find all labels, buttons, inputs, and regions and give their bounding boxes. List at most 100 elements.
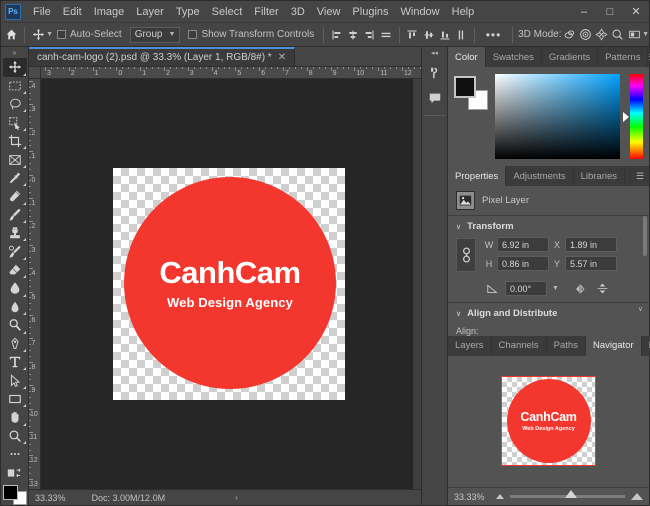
menu-3d[interactable]: 3D <box>285 3 311 21</box>
color-panel-swatches[interactable] <box>454 76 488 110</box>
tab-libraries[interactable]: Libraries <box>574 166 625 186</box>
menu-image[interactable]: Image <box>88 3 131 21</box>
tool-frame[interactable] <box>3 150 27 168</box>
distribute-vertical-icon[interactable] <box>453 26 469 44</box>
menu-layer[interactable]: Layer <box>130 3 170 21</box>
tool-eraser[interactable] <box>3 261 27 279</box>
navigator-preview[interactable]: CanhCam Web Design Agency <box>448 356 649 488</box>
tool-path-selection[interactable] <box>3 371 27 389</box>
menu-filter[interactable]: Filter <box>248 3 284 21</box>
show-transform-controls-checkbox[interactable]: Show Transform Controls <box>184 29 318 40</box>
home-icon[interactable] <box>3 26 19 44</box>
zoom-out-icon[interactable] <box>496 494 504 499</box>
align-expand-caret-icon[interactable]: ∨ <box>638 305 643 313</box>
align-left-edges-icon[interactable] <box>329 26 345 44</box>
tool-lasso[interactable] <box>3 95 27 113</box>
navigator-zoom-slider-thumb[interactable] <box>565 490 577 498</box>
menu-select[interactable]: Select <box>206 3 249 21</box>
tool-history-brush[interactable] <box>3 242 27 260</box>
menu-edit[interactable]: Edit <box>57 3 88 21</box>
menu-file[interactable]: File <box>27 3 57 21</box>
tool-crop[interactable] <box>3 132 27 150</box>
canvas-viewport[interactable]: CanhCam Web Design Agency <box>41 79 421 489</box>
tool-move[interactable] <box>3 58 27 76</box>
navigator-thumbnail[interactable]: CanhCam Web Design Agency <box>501 376 596 466</box>
chevron-down-icon[interactable]: ▼ <box>552 285 559 292</box>
move-tool-icon[interactable] <box>30 26 46 44</box>
menu-view[interactable]: View <box>311 3 347 21</box>
tab-patterns[interactable]: Patterns <box>598 47 648 67</box>
tool-zoom[interactable] <box>3 427 27 445</box>
tab-swatches[interactable]: Swatches <box>486 47 542 67</box>
3d-zoom-icon[interactable] <box>610 26 626 44</box>
tab-properties[interactable]: Properties <box>448 166 506 186</box>
angle-input[interactable]: 0.00° <box>505 281 547 296</box>
x-input[interactable]: 1.89 in <box>565 237 617 252</box>
tool-dodge[interactable] <box>3 316 27 334</box>
tool-clone-stamp[interactable] <box>3 224 27 242</box>
tool-rectangle[interactable] <box>3 390 27 408</box>
tab-navigator[interactable]: Navigator <box>586 336 642 356</box>
menu-help[interactable]: Help <box>446 3 481 21</box>
3d-mode-caret-icon[interactable]: ▼ <box>642 31 649 38</box>
zoom-in-icon[interactable] <box>631 493 643 500</box>
tool-eyedropper[interactable] <box>3 169 27 187</box>
status-zoom-level[interactable]: 33.33% <box>29 493 74 503</box>
3d-rotate-icon[interactable] <box>561 26 577 44</box>
horizontal-ruler[interactable]: 321012345678910111213 <box>41 67 421 79</box>
close-button[interactable]: ✕ <box>623 1 649 22</box>
auto-select-checkbox[interactable]: Auto-Select <box>53 29 126 40</box>
align-horizontal-centers-icon[interactable] <box>345 26 361 44</box>
color-panel-foreground-swatch[interactable] <box>454 76 476 98</box>
distribute-vertical-centers-icon[interactable] <box>421 26 437 44</box>
tool-blur[interactable] <box>3 298 27 316</box>
artboard[interactable]: CanhCam Web Design Agency <box>113 168 345 400</box>
3d-camera-icon[interactable] <box>626 26 642 44</box>
panel-menu-icon[interactable]: ☰ <box>631 166 649 186</box>
tab-histogram[interactable]: Histogram <box>642 336 650 356</box>
more-options-button[interactable]: ••• <box>480 28 508 42</box>
tab-gradients[interactable]: Gradients <box>542 47 598 67</box>
document-tab[interactable]: canh-cam-logo (2).psd @ 33.3% (Layer 1, … <box>29 47 295 66</box>
minimize-button[interactable]: – <box>571 1 597 22</box>
vertical-ruler[interactable]: 432101234567891011121314 <box>29 79 41 489</box>
tool-gradient[interactable] <box>3 279 27 297</box>
tool-rectangular-marquee[interactable] <box>3 77 27 95</box>
foreground-color-swatch[interactable] <box>3 485 18 500</box>
tool-edit-toolbar[interactable] <box>3 445 27 463</box>
canvas-vertical-scrollbar[interactable] <box>413 79 421 489</box>
properties-scrollbar[interactable] <box>643 216 647 256</box>
tab-color[interactable]: Color <box>448 47 486 67</box>
tool-pen[interactable] <box>3 335 27 353</box>
3d-pan-icon[interactable] <box>594 26 610 44</box>
hue-slider[interactable] <box>630 74 643 159</box>
logo-artwork[interactable]: CanhCam Web Design Agency <box>124 177 336 389</box>
distribute-top-edges-icon[interactable] <box>404 26 420 44</box>
foreground-background-colors[interactable] <box>3 485 27 505</box>
distribute-bottom-edges-icon[interactable] <box>437 26 453 44</box>
hue-slider-wrap[interactable] <box>627 74 643 159</box>
flip-horizontal-icon[interactable] <box>574 281 590 296</box>
toolbar-collapse-button[interactable]: » <box>1 49 28 58</box>
tool-horizontal-type[interactable] <box>3 353 27 371</box>
y-input[interactable]: 5.57 in <box>565 256 617 271</box>
tool-brush[interactable] <box>3 206 27 224</box>
tool-hand[interactable] <box>3 408 27 426</box>
color-picker-field[interactable] <box>495 74 620 159</box>
dock-collapse-button[interactable]: ◂◂ <box>431 47 438 59</box>
align-section-header[interactable]: ∨ Align and Distribute <box>448 303 649 324</box>
comments-icon[interactable] <box>424 87 446 109</box>
tool-spot-healing-brush[interactable] <box>3 187 27 205</box>
align-center-icon[interactable] <box>377 26 393 44</box>
status-expand-arrow-icon[interactable]: › <box>165 493 238 502</box>
auto-select-scope-dropdown[interactable]: Group ▼ <box>130 27 181 43</box>
width-input[interactable]: 6.92 in <box>497 237 549 252</box>
menu-type[interactable]: Type <box>170 3 206 21</box>
link-icon[interactable] <box>456 238 476 272</box>
maximize-button[interactable]: □ <box>597 1 623 22</box>
tab-paths[interactable]: Paths <box>547 336 586 356</box>
quick-mask-toggle[interactable] <box>3 463 27 481</box>
flip-vertical-icon[interactable] <box>595 281 611 296</box>
menu-window[interactable]: Window <box>395 3 446 21</box>
3d-roll-icon[interactable] <box>578 26 594 44</box>
